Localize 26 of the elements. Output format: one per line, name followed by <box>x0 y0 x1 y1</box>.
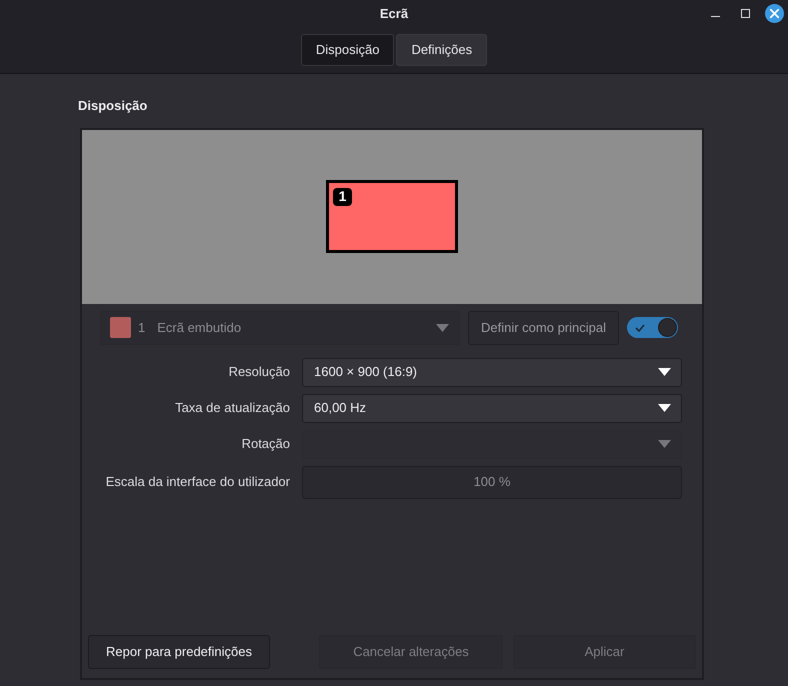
setting-label: Resolução <box>228 363 290 382</box>
setting-label: Escala da interface do utilizador <box>104 473 290 492</box>
monitor-preview[interactable]: 1 <box>326 180 458 253</box>
check-icon <box>635 324 645 332</box>
dropdown-value: 60,00 Hz <box>314 399 368 418</box>
setting-dropdown[interactable]: 60,00 Hz <box>302 394 682 422</box>
section-title: Disposição <box>78 97 148 115</box>
scale-value: 100 % <box>474 473 510 492</box>
display-number: 1 <box>138 318 146 337</box>
tab[interactable]: Disposição <box>300 34 394 66</box>
tab[interactable]: Definições <box>396 34 488 66</box>
caret-icon <box>658 404 671 412</box>
dropdown-value: 1600 × 900 (16:9) <box>314 363 418 382</box>
close-icon[interactable] <box>765 4 784 23</box>
output-switch[interactable] <box>627 317 678 338</box>
caret-icon <box>436 324 449 332</box>
switch-knob-icon <box>658 318 677 337</box>
action-button[interactable]: Repor para predefinições <box>88 635 270 669</box>
display-name: Ecrã embutido <box>157 318 242 337</box>
setting-dropdown[interactable]: 1600 × 900 (16:9) <box>302 358 682 386</box>
caret-icon <box>658 368 671 376</box>
setting-label: Taxa de atualização <box>174 399 290 418</box>
monitor-number: 1 <box>333 188 352 206</box>
window-title: Ecrã <box>380 5 408 24</box>
caret-icon <box>658 440 671 448</box>
setting-label: Rotação <box>240 435 290 454</box>
